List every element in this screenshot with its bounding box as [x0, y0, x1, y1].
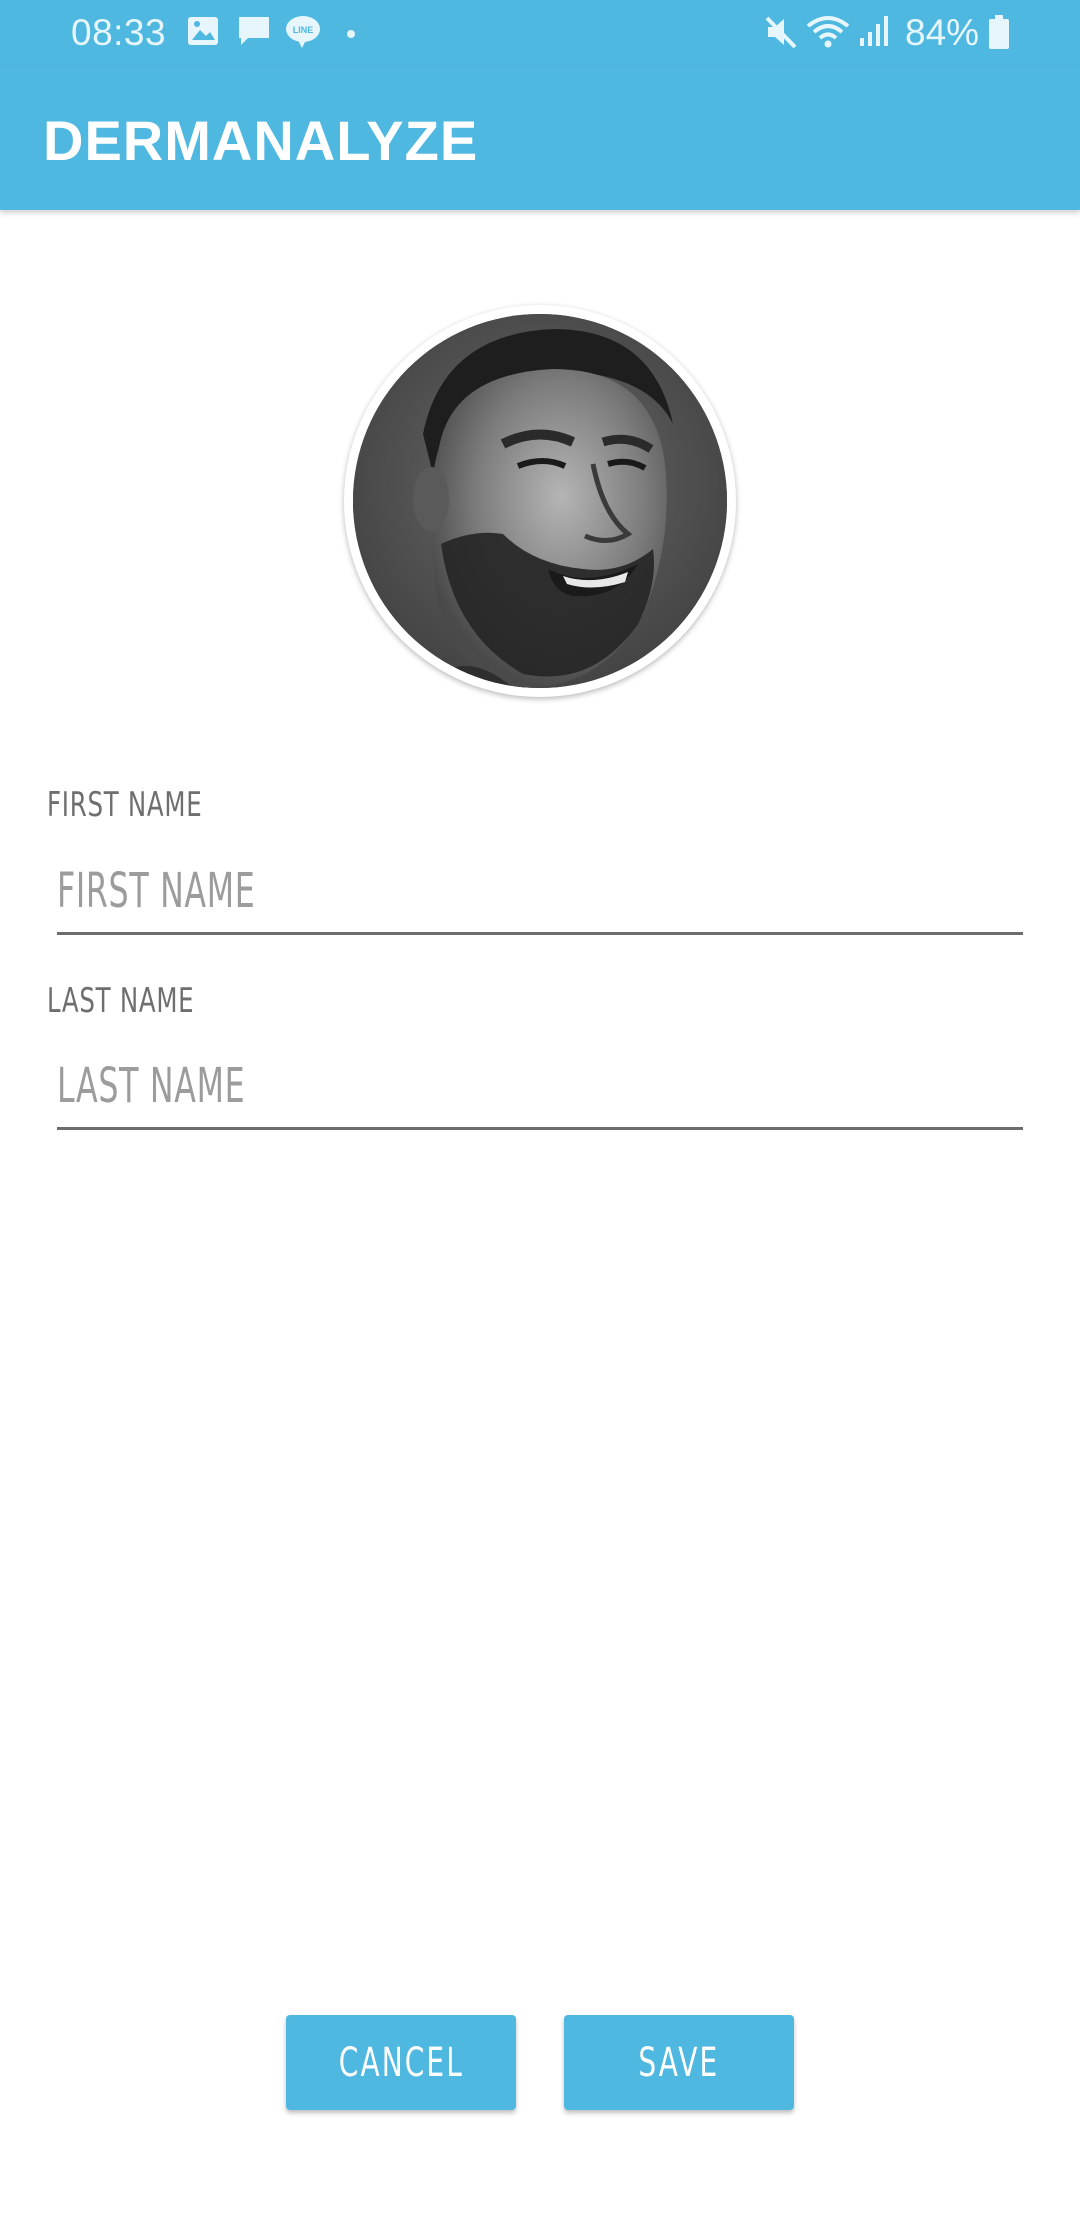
mute-icon — [764, 14, 798, 55]
first-name-label: FIRST NAME — [47, 785, 203, 825]
portrait-illustration — [353, 314, 727, 688]
battery-percent: 84% — [905, 12, 980, 53]
svg-text:LINE: LINE — [293, 25, 314, 35]
dot-icon — [346, 26, 356, 44]
app-title: DERMANALYZE — [43, 109, 479, 172]
status-time: 08:33 — [71, 12, 167, 53]
save-button[interactable]: SAVE — [564, 2015, 794, 2110]
cancel-button[interactable]: CANCEL — [286, 2015, 516, 2110]
first-name-input[interactable] — [57, 855, 1023, 935]
signal-icon — [858, 14, 890, 53]
wifi-icon — [806, 14, 850, 55]
gallery-icon — [186, 14, 220, 53]
last-name-label: LAST NAME — [47, 981, 195, 1021]
app-screen: 08:33 LINE 84% DERMANALYZE FIRST NAME FI… — [0, 0, 1080, 2220]
profile-avatar[interactable] — [344, 305, 736, 697]
avatar-image — [353, 314, 727, 688]
cancel-button-label: CANCEL — [338, 2039, 464, 2086]
line-app-icon: LINE — [284, 14, 322, 55]
last-name-input[interactable] — [57, 1050, 1023, 1130]
app-bar: DERMANALYZE — [0, 66, 1080, 210]
message-icon — [236, 14, 272, 53]
battery-icon — [988, 14, 1010, 55]
save-button-label: SAVE — [638, 2039, 720, 2086]
status-bar: 08:33 LINE 84% — [0, 0, 1080, 66]
